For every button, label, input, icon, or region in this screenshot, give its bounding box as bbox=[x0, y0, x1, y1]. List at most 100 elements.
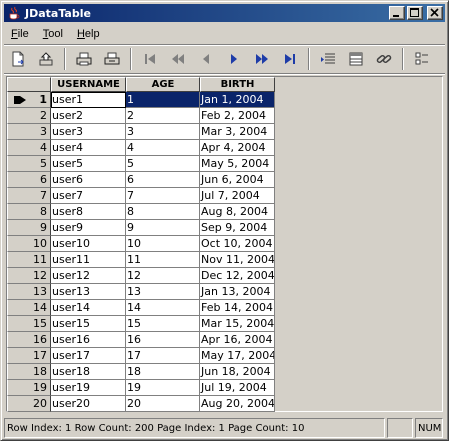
title-bar[interactable]: JDataTable bbox=[4, 4, 445, 22]
cell-username[interactable]: user8 bbox=[51, 204, 126, 220]
table-row[interactable]: 16 user16 16 Apr 16, 2004 bbox=[7, 332, 275, 348]
next-row-button[interactable] bbox=[222, 47, 246, 71]
cell-age[interactable]: 10 bbox=[126, 236, 200, 252]
close-button[interactable] bbox=[427, 6, 443, 20]
table-row[interactable]: 20 user20 20 Aug 20, 2004 bbox=[7, 396, 275, 412]
table-row[interactable]: 18 user18 18 Jun 18, 2004 bbox=[7, 364, 275, 380]
cell-birth[interactable]: Jan 1, 2004 bbox=[200, 92, 275, 108]
row-header[interactable]: 17 bbox=[7, 348, 51, 364]
cell-birth[interactable]: May 17, 2004 bbox=[200, 348, 275, 364]
maximize-button[interactable] bbox=[407, 6, 423, 20]
cell-age[interactable]: 20 bbox=[126, 396, 200, 412]
table-button[interactable] bbox=[344, 47, 368, 71]
cell-age[interactable]: 8 bbox=[126, 204, 200, 220]
print-preview-button[interactable] bbox=[100, 47, 124, 71]
print-button[interactable] bbox=[72, 47, 96, 71]
cell-age[interactable]: 14 bbox=[126, 300, 200, 316]
cell-age[interactable]: 3 bbox=[126, 124, 200, 140]
cell-username[interactable]: user18 bbox=[51, 364, 126, 380]
row-header[interactable]: 20 bbox=[7, 396, 51, 412]
cell-birth[interactable]: Feb 2, 2004 bbox=[200, 108, 275, 124]
row-header[interactable]: 19 bbox=[7, 380, 51, 396]
cell-birth[interactable]: Aug 8, 2004 bbox=[200, 204, 275, 220]
cell-age[interactable]: 13 bbox=[126, 284, 200, 300]
cell-birth[interactable]: Feb 14, 2004 bbox=[200, 300, 275, 316]
table-row[interactable]: 8 user8 8 Aug 8, 2004 bbox=[7, 204, 275, 220]
row-header[interactable]: 14 bbox=[7, 300, 51, 316]
column-header-birth[interactable]: BIRTH bbox=[200, 77, 275, 92]
cell-age[interactable]: 16 bbox=[126, 332, 200, 348]
cell-username[interactable]: user12 bbox=[51, 268, 126, 284]
cell-username[interactable]: user15 bbox=[51, 316, 126, 332]
cell-age[interactable]: 5 bbox=[126, 156, 200, 172]
cell-age[interactable]: 1 bbox=[126, 92, 200, 108]
minimize-button[interactable] bbox=[389, 6, 405, 20]
cell-username[interactable]: user10 bbox=[51, 236, 126, 252]
cell-username[interactable]: user13 bbox=[51, 284, 126, 300]
cell-birth[interactable]: Dec 12, 2004 bbox=[200, 268, 275, 284]
cell-age[interactable]: 6 bbox=[126, 172, 200, 188]
first-page-button[interactable] bbox=[138, 47, 162, 71]
cell-age[interactable]: 19 bbox=[126, 380, 200, 396]
table-row[interactable]: 17 user17 17 May 17, 2004 bbox=[7, 348, 275, 364]
cell-age[interactable]: 12 bbox=[126, 268, 200, 284]
cell-username[interactable]: user2 bbox=[51, 108, 126, 124]
row-header[interactable]: 6 bbox=[7, 172, 51, 188]
table-row[interactable]: 1 user1 1 Jan 1, 2004 bbox=[7, 92, 275, 108]
cell-birth[interactable]: Aug 20, 2004 bbox=[200, 396, 275, 412]
table-row[interactable]: 2 user2 2 Feb 2, 2004 bbox=[7, 108, 275, 124]
row-header[interactable]: 18 bbox=[7, 364, 51, 380]
row-header[interactable]: 13 bbox=[7, 284, 51, 300]
cell-birth[interactable]: Jul 19, 2004 bbox=[200, 380, 275, 396]
cell-birth[interactable]: Apr 16, 2004 bbox=[200, 332, 275, 348]
row-header[interactable]: 7 bbox=[7, 188, 51, 204]
column-header-age[interactable]: AGE bbox=[126, 77, 200, 92]
column-header-username[interactable]: USERNAME bbox=[51, 77, 126, 92]
menu-help[interactable]: Help bbox=[70, 28, 107, 40]
cell-username[interactable]: user17 bbox=[51, 348, 126, 364]
cell-username[interactable]: user16 bbox=[51, 332, 126, 348]
data-table-viewport[interactable]: USERNAME AGE BIRTH 1 user1 1 Jan 1, 2004 2 us… bbox=[6, 76, 443, 412]
row-header[interactable]: 15 bbox=[7, 316, 51, 332]
table-row[interactable]: 3 user3 3 Mar 3, 2004 bbox=[7, 124, 275, 140]
cell-username[interactable]: user5 bbox=[51, 156, 126, 172]
previous-page-button[interactable] bbox=[166, 47, 190, 71]
table-row[interactable]: 13 user13 13 Jan 13, 2004 bbox=[7, 284, 275, 300]
row-header[interactable]: 10 bbox=[7, 236, 51, 252]
cell-birth[interactable]: Apr 4, 2004 bbox=[200, 140, 275, 156]
menu-file[interactable]: File bbox=[4, 28, 36, 40]
cell-birth[interactable]: May 5, 2004 bbox=[200, 156, 275, 172]
table-row[interactable]: 12 user12 12 Dec 12, 2004 bbox=[7, 268, 275, 284]
row-header[interactable]: 1 bbox=[7, 92, 51, 108]
table-row[interactable]: 9 user9 9 Sep 9, 2004 bbox=[7, 220, 275, 236]
cell-age[interactable]: 7 bbox=[126, 188, 200, 204]
properties-button[interactable] bbox=[410, 47, 434, 71]
cell-age[interactable]: 18 bbox=[126, 364, 200, 380]
new-button[interactable] bbox=[6, 47, 30, 71]
cell-username[interactable]: user11 bbox=[51, 252, 126, 268]
cell-birth[interactable]: Sep 9, 2004 bbox=[200, 220, 275, 236]
table-row[interactable]: 7 user7 7 Jul 7, 2004 bbox=[7, 188, 275, 204]
cell-username[interactable]: user1 bbox=[51, 92, 126, 108]
table-row[interactable]: 15 user15 15 Mar 15, 2004 bbox=[7, 316, 275, 332]
cell-age[interactable]: 9 bbox=[126, 220, 200, 236]
insert-row-button[interactable] bbox=[316, 47, 340, 71]
cell-age[interactable]: 15 bbox=[126, 316, 200, 332]
cell-birth[interactable]: Jun 18, 2004 bbox=[200, 364, 275, 380]
row-header[interactable]: 5 bbox=[7, 156, 51, 172]
cell-birth[interactable]: Mar 3, 2004 bbox=[200, 124, 275, 140]
row-header[interactable]: 12 bbox=[7, 268, 51, 284]
cell-age[interactable]: 2 bbox=[126, 108, 200, 124]
cell-birth[interactable]: Jan 13, 2004 bbox=[200, 284, 275, 300]
row-header[interactable]: 3 bbox=[7, 124, 51, 140]
cell-username[interactable]: user14 bbox=[51, 300, 126, 316]
row-header[interactable]: 9 bbox=[7, 220, 51, 236]
table-row[interactable]: 4 user4 4 Apr 4, 2004 bbox=[7, 140, 275, 156]
row-header[interactable]: 16 bbox=[7, 332, 51, 348]
cell-username[interactable]: user3 bbox=[51, 124, 126, 140]
row-header[interactable]: 8 bbox=[7, 204, 51, 220]
cell-username[interactable]: user20 bbox=[51, 396, 126, 412]
cell-username[interactable]: user4 bbox=[51, 140, 126, 156]
cell-birth[interactable]: Oct 10, 2004 bbox=[200, 236, 275, 252]
last-page-button[interactable] bbox=[278, 47, 302, 71]
